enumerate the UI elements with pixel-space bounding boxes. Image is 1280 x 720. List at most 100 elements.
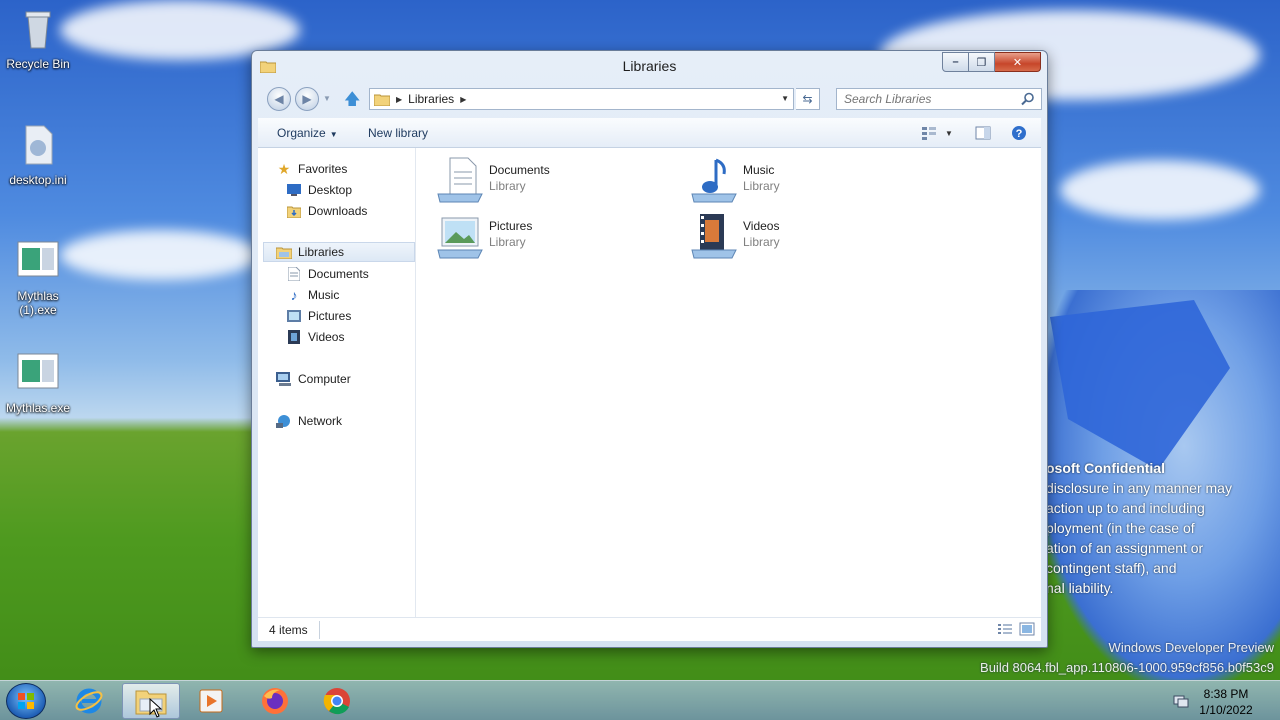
back-button[interactable]: ◀	[267, 87, 291, 111]
search-input[interactable]	[844, 92, 1020, 106]
navigation-bar: ◀ ▶ ▼ 🡅 ▶ Libraries ▶ ▼ ⇆	[262, 86, 1042, 115]
libraries-icon	[276, 244, 292, 260]
desktop-icon-label: Mythlas.exe	[5, 401, 71, 415]
desktop-icon-desktop-ini[interactable]: desktop.ini	[0, 122, 76, 187]
status-divider	[319, 621, 320, 639]
address-bar[interactable]: ▶ Libraries ▶ ▼	[369, 88, 794, 110]
tile-type: Library	[743, 179, 780, 193]
taskbar-chrome[interactable]	[308, 683, 366, 719]
nav-network[interactable]: Network	[276, 411, 342, 431]
breadcrumb-chevron-icon[interactable]: ▶	[396, 95, 402, 104]
chevron-down-icon: ▼	[329, 130, 338, 139]
confidential-line: disclosure in any manner may	[1046, 480, 1232, 496]
internet-explorer-icon	[75, 688, 103, 714]
nav-downloads[interactable]: Downloads	[286, 201, 367, 221]
taskbar-firefox[interactable]	[246, 683, 304, 719]
desktop-icon	[286, 182, 302, 198]
change-view-button[interactable]	[920, 124, 938, 142]
confidential-line: action up to and including	[1046, 500, 1205, 516]
nav-favorites[interactable]: ★ Favorites	[276, 159, 348, 179]
videos-library-icon	[691, 214, 737, 259]
search-icon	[1021, 92, 1034, 106]
nav-videos[interactable]: Videos	[286, 327, 344, 347]
maximize-button[interactable]: ❐	[969, 52, 995, 72]
new-library-button[interactable]: New library	[368, 126, 428, 140]
settings-file-icon	[25, 125, 53, 165]
content-area: ★ Favorites Desktop Downloads Libraries …	[258, 148, 1041, 617]
tray-network-icon[interactable]	[1173, 693, 1189, 709]
refresh-icon: ⇆	[802, 92, 813, 106]
tile-documents[interactable]: Documents Library	[436, 156, 636, 206]
nav-music[interactable]: ♪ Music	[286, 285, 340, 305]
nav-label: Desktop	[308, 183, 353, 197]
view-dropdown-button[interactable]: ▼	[940, 124, 958, 142]
nav-label: Pictures	[308, 309, 352, 323]
caption-buttons: – ❐ ✕	[942, 52, 1041, 72]
tile-name: Pictures	[489, 219, 533, 233]
search-box[interactable]	[836, 88, 1042, 110]
firefox-icon	[262, 688, 288, 714]
cloud	[1060, 160, 1260, 220]
help-icon: ?	[1012, 126, 1026, 140]
navigation-pane: ★ Favorites Desktop Downloads Libraries …	[258, 148, 416, 617]
taskbar-file-explorer[interactable]	[122, 683, 180, 719]
breadcrumb-chevron-icon[interactable]: ▶	[460, 95, 466, 104]
taskbar-internet-explorer[interactable]	[60, 683, 118, 719]
title-bar[interactable]: Libraries – ❐ ✕	[252, 51, 1047, 83]
close-button[interactable]: ✕	[995, 52, 1041, 72]
recent-locations-dropdown[interactable]: ▼	[323, 94, 331, 103]
system-clock[interactable]: 8:38 PM 1/10/2022	[1196, 686, 1256, 718]
desktop-icon-recycle-bin[interactable]: Recycle Bin	[0, 6, 76, 71]
nav-documents[interactable]: Documents	[286, 264, 369, 284]
refresh-button[interactable]: ⇆	[796, 88, 820, 110]
arrow-right-icon: ▶	[302, 92, 312, 106]
preview-pane-icon	[975, 126, 991, 140]
preview-pane-button[interactable]	[974, 124, 992, 142]
tile-name: Documents	[489, 163, 550, 177]
help-button[interactable]: ?	[1010, 124, 1028, 142]
forward-button[interactable]: ▶	[295, 87, 319, 111]
organize-menu-button[interactable]: Organize ▼	[277, 126, 338, 140]
videos-icon	[286, 329, 302, 345]
desktop-icon-label: Mythlas (1).exe	[17, 289, 59, 317]
tile-music[interactable]: Music Library	[690, 156, 890, 206]
nav-pictures[interactable]: Pictures	[286, 306, 351, 326]
large-icons-view-button[interactable]	[1019, 622, 1035, 639]
nav-label: Music	[308, 288, 340, 302]
confidential-line: ation of an assignment or	[1046, 540, 1204, 556]
organize-label: Organize	[277, 126, 326, 140]
up-button[interactable]: 🡅	[344, 88, 360, 115]
address-dropdown-icon[interactable]: ▼	[781, 94, 789, 103]
nav-libraries[interactable]: Libraries	[263, 242, 415, 262]
item-count: 4 items	[269, 623, 308, 637]
start-button[interactable]	[6, 683, 46, 719]
nav-label: Favorites	[298, 162, 348, 176]
network-icon	[276, 413, 292, 429]
tile-pictures[interactable]: Pictures Library	[436, 212, 636, 262]
downloads-folder-icon	[286, 203, 302, 219]
taskbar-media-player[interactable]	[182, 683, 240, 719]
breadcrumb-libraries[interactable]: Libraries	[408, 92, 454, 106]
nav-desktop[interactable]: Desktop	[286, 180, 352, 200]
tile-videos[interactable]: Videos Library	[690, 212, 890, 262]
nav-label: Computer	[298, 372, 351, 386]
windows-logo-icon	[18, 693, 34, 709]
chrome-icon	[323, 688, 350, 715]
minimize-button[interactable]: –	[942, 52, 969, 72]
nav-label: Network	[298, 414, 343, 428]
media-player-icon	[199, 689, 223, 713]
confidential-line: ployment (in the case of	[1046, 520, 1195, 536]
details-view-button[interactable]	[997, 622, 1013, 639]
minimize-icon: –	[952, 56, 959, 68]
desktop-icon-mythlas-1[interactable]: Mythlas (1).exe	[0, 238, 76, 317]
nav-computer[interactable]: Computer	[276, 369, 351, 389]
desktop-icon-mythlas[interactable]: Mythlas.exe	[0, 350, 76, 415]
pictures-library-icon	[437, 217, 483, 259]
confidential-line: nal liability.	[1046, 580, 1114, 596]
clock-time: 8:38 PM	[1203, 687, 1249, 701]
explorer-window: Libraries – ❐ ✕ ◀ ▶ ▼ 🡅 ▶ Libraries ▶ ▼ …	[251, 50, 1048, 648]
chevron-down-icon: ▼	[945, 128, 953, 138]
libraries-icon	[374, 94, 390, 106]
mouse-cursor-icon	[149, 698, 163, 718]
nav-label: Documents	[308, 267, 369, 281]
